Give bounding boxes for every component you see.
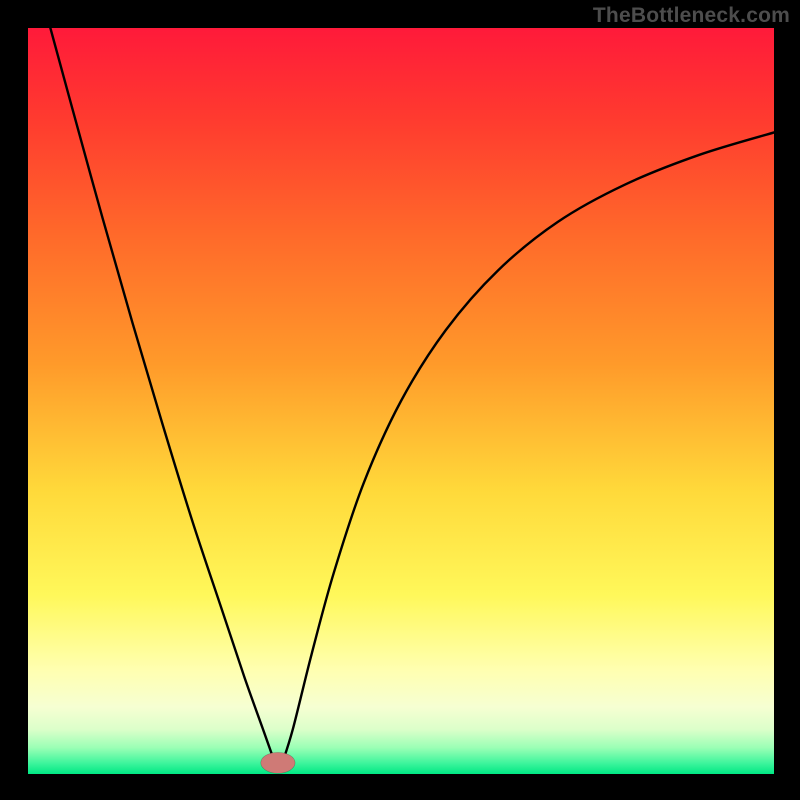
chart-frame: TheBottleneck.com (0, 0, 800, 800)
watermark-text: TheBottleneck.com (593, 4, 790, 28)
bottleneck-curve-chart (28, 28, 774, 774)
plot-area (28, 28, 774, 774)
optimal-point-marker (261, 752, 295, 773)
